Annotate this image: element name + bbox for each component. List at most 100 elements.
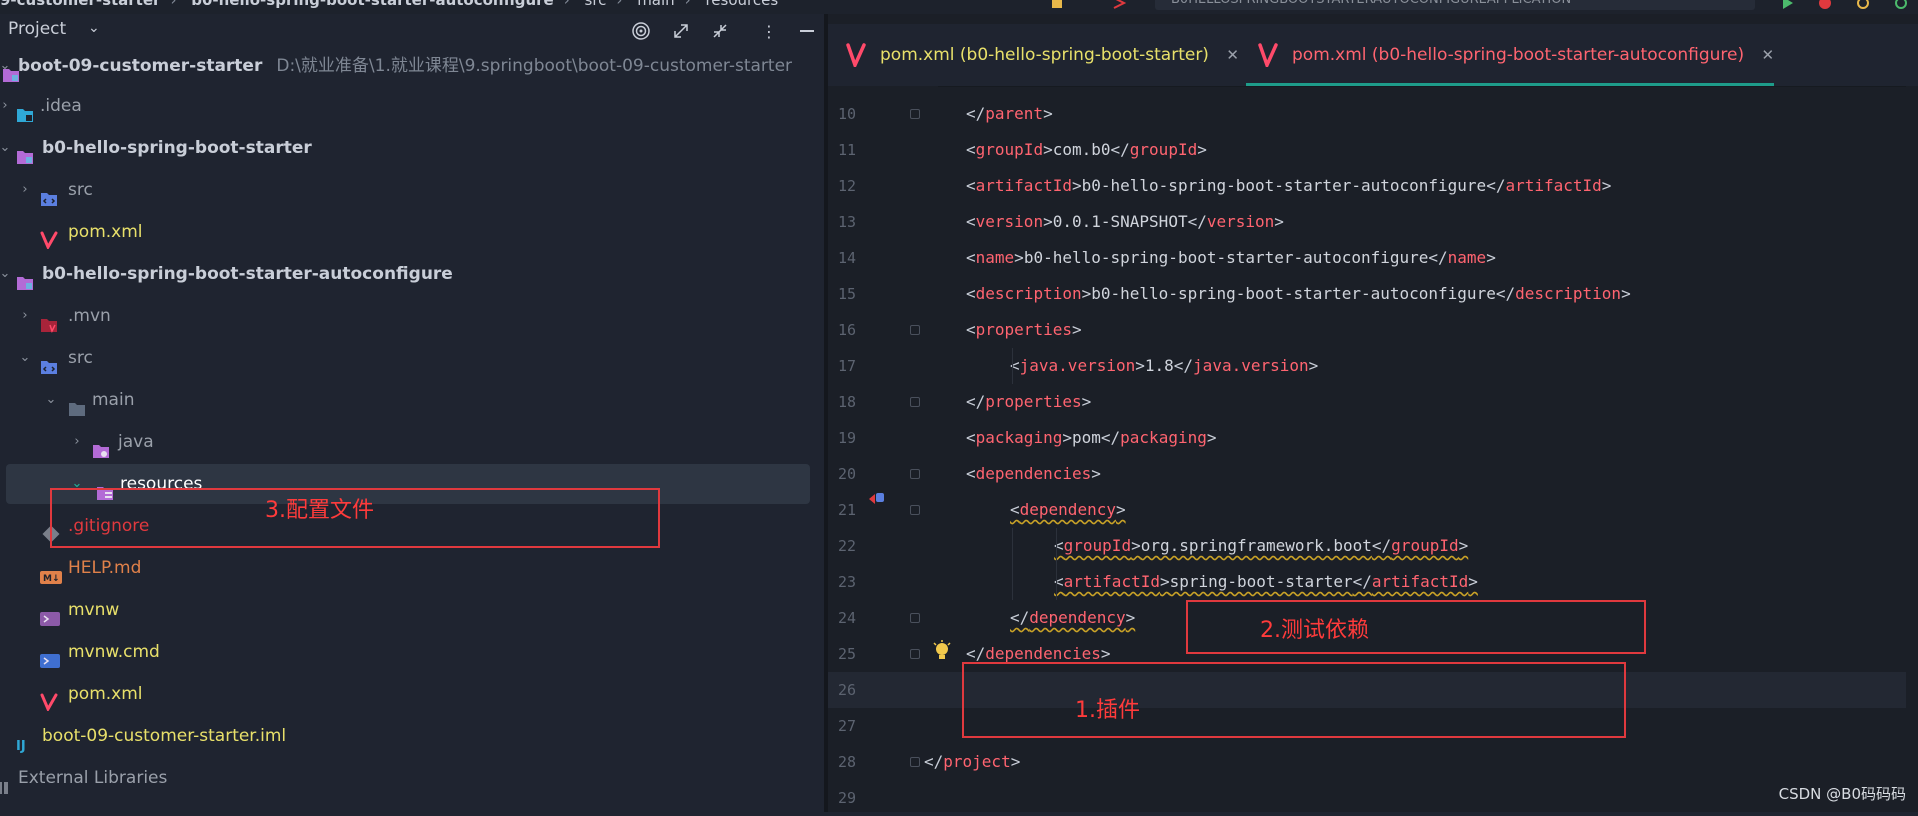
- tree-item[interactable]: pom.xml: [0, 674, 810, 714]
- fold-marker-icon[interactable]: [910, 469, 920, 479]
- tree-item[interactable]: mvnw.cmd: [0, 632, 810, 672]
- arrow-icon[interactable]: [1112, 0, 1126, 10]
- tree-item[interactable]: pom.xml: [0, 212, 810, 252]
- line-number[interactable]: 25: [828, 636, 856, 672]
- tab-label: pom.xml (b0-hello-spring-boot-starter-au…: [1292, 45, 1745, 65]
- code-line[interactable]: 13 <version>0.0.1-SNAPSHOT</version>: [828, 204, 1918, 240]
- code-line[interactable]: 18 </properties>: [828, 384, 1918, 420]
- fold-marker-icon[interactable]: [910, 397, 920, 407]
- tab-pom-starter[interactable]: pom.xml (b0-hello-spring-boot-starter) ✕: [846, 24, 1239, 86]
- hammer-icon[interactable]: [1050, 0, 1064, 10]
- line-number[interactable]: 10: [828, 96, 856, 132]
- debug-icon[interactable]: [1818, 0, 1832, 10]
- line-number[interactable]: 11: [828, 132, 856, 168]
- tree-item[interactable]: ⌄ b0-hello-spring-boot-starter: [0, 128, 810, 168]
- fold-marker-icon[interactable]: [910, 325, 920, 335]
- code-line[interactable]: 20 <dependencies>: [828, 456, 1918, 492]
- code-line[interactable]: 15 <description>b0-hello-spring-boot-star…: [828, 276, 1918, 312]
- tree-item[interactable]: › java: [0, 422, 810, 462]
- tree-item[interactable]: ⌄ b0-hello-spring-boot-starter-autoconfig…: [0, 254, 810, 294]
- coverage-icon[interactable]: [1856, 0, 1870, 10]
- chevron-right-icon[interactable]: ›: [18, 296, 32, 336]
- chevron-right-icon[interactable]: ›: [0, 86, 12, 126]
- run-configuration-select[interactable]: B0HELLOSPRINGBOOTSTARTERAUTOCONFIGUREAPP…: [1155, 0, 1755, 10]
- project-panel-title[interactable]: Project: [8, 19, 66, 39]
- line-number[interactable]: 21: [828, 492, 856, 528]
- line-number[interactable]: 18: [828, 384, 856, 420]
- close-icon[interactable]: ✕: [1762, 46, 1775, 64]
- chevron-right-icon: ›: [170, 0, 177, 9]
- code-line[interactable]: 21 <dependency>: [828, 492, 1918, 528]
- collapse-all-icon[interactable]: [709, 20, 731, 42]
- code-line[interactable]: 23 <artifactId>spring-boot-starter</artif…: [828, 564, 1918, 600]
- breadcrumb-item[interactable]: 9-customer-starter: [0, 0, 160, 9]
- tree-item[interactable]: › .mvn: [0, 296, 810, 336]
- chevron-down-icon[interactable]: ⌄: [0, 128, 12, 168]
- fold-marker-icon[interactable]: [910, 613, 920, 623]
- chevron-down-icon[interactable]: ⌄: [18, 338, 32, 378]
- chevron-down-icon[interactable]: ⌄: [44, 380, 58, 420]
- line-number[interactable]: 20: [828, 456, 856, 492]
- tree-item[interactable]: ⌄ main: [0, 380, 810, 420]
- line-number[interactable]: 29: [828, 780, 856, 816]
- chevron-down-icon[interactable]: ⌄: [0, 254, 12, 294]
- line-number[interactable]: 15: [828, 276, 856, 312]
- breadcrumb-item[interactable]: b0-hello-spring-boot-starter-autoconfigu…: [191, 0, 554, 9]
- close-icon[interactable]: ✕: [1226, 46, 1239, 64]
- chevron-down-icon[interactable]: ⌄: [88, 20, 100, 36]
- tree-item-label: boot-09-customer-starter.iml: [42, 726, 287, 746]
- code-line[interactable]: 11 <groupId>com.b0</groupId>: [828, 132, 1918, 168]
- line-number[interactable]: 26: [828, 672, 856, 708]
- code-line[interactable]: 17 <java.version>1.8</java.version>: [828, 348, 1918, 384]
- breadcrumb-item[interactable]: src: [585, 0, 607, 9]
- tree-item[interactable]: › src: [0, 170, 810, 210]
- breadcrumb-item[interactable]: main: [637, 0, 674, 9]
- line-number[interactable]: 12: [828, 168, 856, 204]
- breadcrumb-item[interactable]: resources: [705, 0, 778, 9]
- code-line[interactable]: 22 <groupId>org.springframework.boot</gro…: [828, 528, 1918, 564]
- line-number[interactable]: 19: [828, 420, 856, 456]
- tree-item[interactable]: External Libraries: [0, 758, 810, 798]
- bean-icon[interactable]: [868, 490, 886, 506]
- fold-marker-icon[interactable]: [910, 109, 920, 119]
- run-icon[interactable]: [1780, 0, 1794, 10]
- more-options-icon[interactable]: ⋮: [758, 20, 780, 42]
- tree-item[interactable]: mvnw: [0, 590, 810, 630]
- line-number[interactable]: 28: [828, 744, 856, 780]
- chevron-right-icon[interactable]: ›: [70, 422, 84, 462]
- line-number[interactable]: 23: [828, 564, 856, 600]
- tree-item[interactable]: ⌄ src: [0, 338, 810, 378]
- target-icon[interactable]: [630, 20, 652, 42]
- lightbulb-icon[interactable]: [932, 640, 952, 662]
- fold-marker-icon[interactable]: [910, 649, 920, 659]
- code-line[interactable]: 19 <packaging>pom</packaging>: [828, 420, 1918, 456]
- line-number[interactable]: 27: [828, 708, 856, 744]
- code-line[interactable]: 28 </project>: [828, 744, 1918, 780]
- line-number[interactable]: 16: [828, 312, 856, 348]
- line-number[interactable]: 17: [828, 348, 856, 384]
- tree-item[interactable]: ⌄ boot-09-customer-starter D:\就业准备\1.就业课程\…: [0, 46, 810, 86]
- code-text: <artifactId>b0-hello-spring-boot-starter…: [966, 176, 1612, 195]
- code-line[interactable]: 16 <properties>: [828, 312, 1918, 348]
- code-line[interactable]: 12 <artifactId>b0-hello-spring-boot-start…: [828, 168, 1918, 204]
- tree-item[interactable]: IJ boot-09-customer-starter.iml: [0, 716, 810, 756]
- expand-all-icon[interactable]: [670, 20, 692, 42]
- chevron-right-icon[interactable]: ›: [18, 170, 32, 210]
- tree-item-label: b0-hello-spring-boot-starter: [42, 138, 312, 158]
- code-text: <name>b0-hello-spring-boot-starter-autoc…: [966, 248, 1496, 267]
- fold-marker-icon[interactable]: [910, 757, 920, 767]
- tab-pom-autoconfigure[interactable]: pom.xml (b0-hello-spring-boot-starter-au…: [1246, 24, 1775, 86]
- scrollbar[interactable]: [1906, 86, 1918, 812]
- minimize-icon[interactable]: [796, 20, 818, 42]
- code-line[interactable]: 14 <name>b0-hello-spring-boot-starter-aut…: [828, 240, 1918, 276]
- line-number[interactable]: 24: [828, 600, 856, 636]
- fold-marker-icon[interactable]: [910, 505, 920, 515]
- profiler-icon[interactable]: [1894, 0, 1908, 10]
- code-line[interactable]: 10 </parent>: [828, 96, 1918, 132]
- code-line[interactable]: 29: [828, 780, 1918, 816]
- line-number[interactable]: 14: [828, 240, 856, 276]
- line-number[interactable]: 22: [828, 528, 856, 564]
- tree-item[interactable]: › .idea: [0, 86, 810, 126]
- line-number[interactable]: 13: [828, 204, 856, 240]
- tree-item[interactable]: M↓ HELP.md: [0, 548, 810, 588]
